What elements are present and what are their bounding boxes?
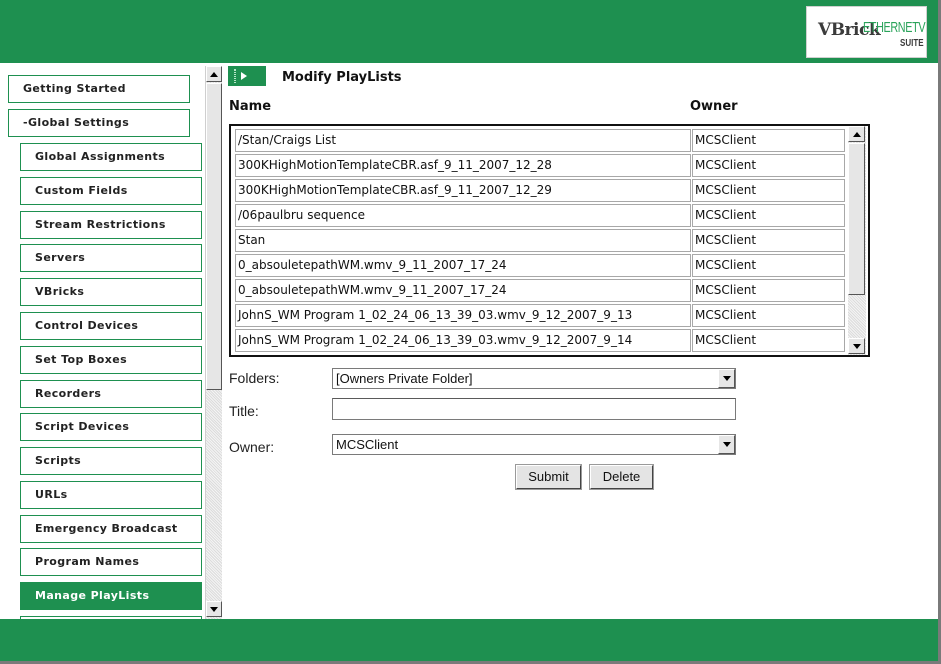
sidebar-item-getting-started[interactable]: Getting Started: [8, 75, 190, 103]
playlist-name[interactable]: /06paulbru sequence: [235, 204, 691, 227]
logo-product: ETHERNETV: [863, 19, 926, 36]
playlist-name[interactable]: JohnS_WM Program 1_02_24_06_13_39_03.wmv…: [235, 329, 691, 352]
owner-label: Owner:: [229, 439, 275, 455]
playlist-owner[interactable]: MCSClient: [692, 254, 845, 277]
arrow-up-icon: [852, 131, 861, 137]
playlist-list: /Stan/Craigs List MCSClient 300KHighMoti…: [229, 124, 870, 357]
sidebar-item-stream-restrictions[interactable]: Stream Restrictions: [20, 211, 202, 239]
sidebar-item-servers[interactable]: Servers: [20, 244, 202, 272]
owner-select-value: MCSClient: [336, 437, 399, 452]
scroll-down-button[interactable]: [206, 601, 222, 617]
sidebar-item-script-devices[interactable]: Script Devices: [20, 413, 202, 441]
vbrick-ethernetv-logo: VBrick ETHERNETV SUITE: [806, 6, 927, 58]
playlist-scrollbar[interactable]: [848, 126, 866, 355]
sidebar-item-recorders[interactable]: Recorders: [20, 380, 202, 408]
playlist-owner[interactable]: MCSClient: [692, 154, 845, 177]
sidebar-item-set-top-boxes[interactable]: Set Top Boxes: [20, 346, 202, 374]
bottom-banner: [0, 619, 938, 661]
playlist-scroll-down-button[interactable]: [848, 338, 865, 354]
sidebar-item-vbricks[interactable]: VBricks: [20, 278, 202, 306]
chevron-down-icon: [722, 442, 731, 447]
sidebar-item-emergency-broadcast[interactable]: Emergency Broadcast: [20, 515, 202, 543]
playlist-owner[interactable]: MCSClient: [692, 179, 845, 202]
page-title: Modify PlayLists: [282, 70, 402, 85]
sidebar-item-control-devices[interactable]: Control Devices: [20, 312, 202, 340]
playlist-owner[interactable]: MCSClient: [692, 329, 845, 352]
scroll-up-button[interactable]: [206, 66, 222, 82]
app-window: VBrick ETHERNETV SUITE Getting Started -…: [0, 0, 941, 664]
playlist-owner[interactable]: MCSClient: [692, 279, 845, 302]
sidebar-scroll-thumb[interactable]: [206, 83, 222, 390]
title-input[interactable]: [332, 398, 736, 420]
column-header-owner: Owner: [690, 99, 738, 114]
playlist-name[interactable]: Stan: [235, 229, 691, 252]
play-arrow-icon: [241, 72, 247, 80]
playlist-name[interactable]: 0_absouletepathWM.wmv_9_11_2007_17_24: [235, 254, 691, 277]
playlist-scroll-thumb[interactable]: [848, 143, 865, 295]
playlist-name[interactable]: 0_absouletepathWM.wmv_9_11_2007_17_24: [235, 279, 691, 302]
sidebar-nav: Getting Started -Global Settings Global …: [0, 63, 205, 619]
playlist-owner[interactable]: MCSClient: [692, 229, 845, 252]
playlist-owner[interactable]: MCSClient: [692, 204, 845, 227]
playlist-owner[interactable]: MCSClient: [692, 129, 845, 152]
toggle-sidebar-button[interactable]: [228, 66, 266, 86]
playlist-name[interactable]: /Stan/Craigs List: [235, 129, 691, 152]
folders-label: Folders:: [229, 370, 280, 386]
folders-dropdown-button[interactable]: [718, 369, 735, 388]
playlist-scroll-up-button[interactable]: [848, 126, 865, 142]
owner-select[interactable]: MCSClient: [332, 434, 736, 455]
playlist-owner[interactable]: MCSClient: [692, 304, 845, 327]
playlist-name[interactable]: 300KHighMotionTemplateCBR.asf_9_11_2007_…: [235, 154, 691, 177]
arrow-down-icon: [210, 606, 218, 612]
grip-icon: [234, 69, 236, 83]
logo-suite: SUITE: [900, 38, 924, 49]
sidebar-item-scripts[interactable]: Scripts: [20, 447, 202, 475]
folders-select[interactable]: [Owners Private Folder]: [332, 368, 736, 389]
submit-button[interactable]: Submit: [515, 464, 582, 490]
column-header-name: Name: [229, 99, 272, 114]
sidebar-item-global-settings[interactable]: -Global Settings: [8, 109, 190, 137]
sidebar-scrollbar[interactable]: [205, 66, 222, 619]
arrow-down-icon: [852, 343, 861, 349]
sidebar-item-manage-playlists[interactable]: Manage PlayLists: [20, 582, 202, 610]
chevron-down-icon: [722, 376, 731, 381]
playlist-name[interactable]: 300KHighMotionTemplateCBR.asf_9_11_2007_…: [235, 179, 691, 202]
owner-dropdown-button[interactable]: [718, 435, 735, 454]
sidebar-item-custom-fields[interactable]: Custom Fields: [20, 177, 202, 205]
playlist-name[interactable]: JohnS_WM Program 1_02_24_06_13_39_03.wmv…: [235, 304, 691, 327]
title-label: Title:: [229, 403, 259, 419]
sidebar-item-program-names[interactable]: Program Names: [20, 548, 202, 576]
sidebar-item-urls[interactable]: URLs: [20, 481, 202, 509]
delete-button[interactable]: Delete: [589, 464, 654, 490]
sidebar-item-global-assignments[interactable]: Global Assignments: [20, 143, 202, 171]
folders-select-value: [Owners Private Folder]: [336, 371, 473, 386]
top-banner: VBrick ETHERNETV SUITE: [0, 0, 938, 63]
arrow-up-icon: [210, 71, 218, 77]
